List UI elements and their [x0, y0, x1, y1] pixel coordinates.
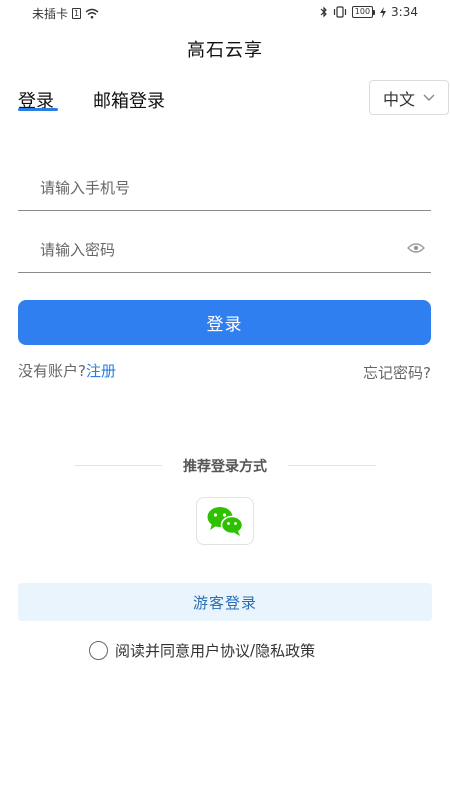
agreement-prefix: 阅读并同意: [115, 641, 191, 660]
guest-login-button[interactable]: 游客登录: [18, 583, 432, 621]
sim-icon: 1: [72, 8, 82, 19]
alt-login-divider: 推荐登录方式: [0, 456, 450, 476]
password-input[interactable]: [40, 235, 400, 265]
agreement-checkbox[interactable]: [89, 640, 108, 660]
status-right: 100 3:34: [320, 5, 418, 19]
carrier-text: 未插卡: [32, 7, 69, 21]
divider-line-right: [288, 465, 376, 466]
register-link[interactable]: 注册: [86, 362, 116, 380]
privacy-policy-link[interactable]: 隐私政策: [255, 640, 315, 661]
forgot-password-link[interactable]: 忘记密码?: [363, 362, 431, 383]
clock-text: 3:34: [391, 5, 418, 19]
chevron-down-icon: [423, 94, 435, 101]
eye-icon[interactable]: [407, 242, 425, 254]
register-row: 没有账户?注册: [18, 360, 116, 381]
battery-icon: 100: [351, 6, 376, 18]
language-select[interactable]: 中文: [369, 80, 449, 115]
phone-field: [18, 167, 431, 211]
alt-login-heading: 推荐登录方式: [183, 459, 267, 475]
user-agreement-link[interactable]: 用户协议: [190, 640, 250, 661]
wechat-login-button[interactable]: [196, 497, 254, 545]
vibrate-icon: [333, 6, 346, 18]
password-field: [18, 229, 431, 273]
status-bar: 未插卡 1 100 3:34: [0, 0, 450, 24]
wifi-icon: [85, 8, 99, 19]
battery-level: 100: [351, 6, 374, 18]
language-select-value: 中文: [382, 89, 415, 109]
agreement-row: 阅读并同意 用户协议 / 隐私政策: [89, 639, 315, 661]
active-tab-indicator: [18, 108, 58, 111]
tab-email-login[interactable]: 邮箱登录: [93, 87, 165, 113]
no-account-text: 没有账户?: [18, 362, 86, 380]
bluetooth-icon: [320, 6, 327, 18]
charging-icon: [380, 6, 387, 18]
page-title: 高石云享: [187, 40, 263, 61]
wechat-icon: [207, 507, 244, 536]
phone-input[interactable]: [40, 173, 400, 203]
status-left: 未插卡 1: [32, 5, 99, 22]
login-button[interactable]: 登录: [18, 300, 431, 345]
